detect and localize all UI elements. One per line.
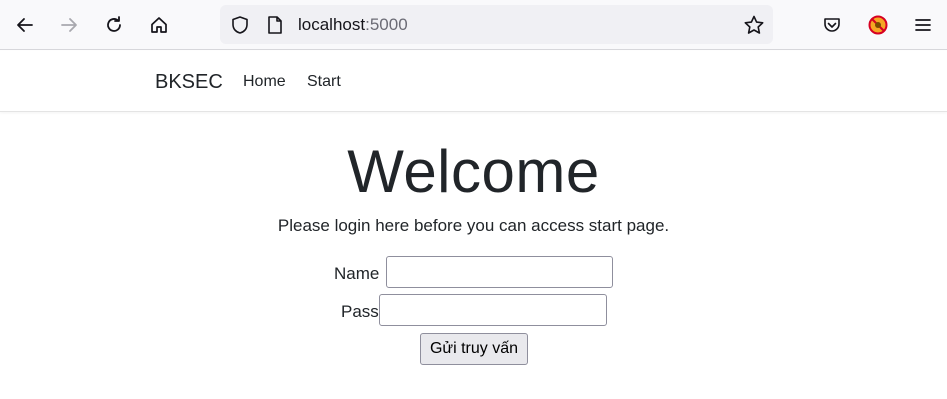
page-icon[interactable]: [266, 15, 284, 35]
address-bar[interactable]: localhost:5000: [220, 5, 773, 44]
nav-link-start[interactable]: Start: [307, 72, 341, 92]
star-icon[interactable]: [743, 14, 765, 36]
brand-link[interactable]: BKSEC: [155, 70, 223, 94]
home-icon: [151, 17, 167, 33]
submit-button[interactable]: Gửi truy vấn: [420, 333, 528, 365]
extension-button[interactable]: [860, 7, 896, 43]
nav-link-home[interactable]: Home: [243, 72, 286, 92]
name-input[interactable]: [386, 256, 613, 288]
back-button[interactable]: [7, 7, 43, 43]
login-instructions: Please login here before you can access …: [277, 216, 670, 235]
url-host: localhost: [298, 15, 366, 34]
pass-label: Pass: [341, 302, 379, 321]
home-button[interactable]: [141, 7, 177, 43]
forward-button[interactable]: [51, 7, 87, 43]
url-text[interactable]: localhost:5000: [298, 15, 408, 35]
shield-icon[interactable]: [230, 15, 250, 35]
forward-icon: [61, 18, 77, 32]
reload-button[interactable]: [96, 7, 132, 43]
pass-input[interactable]: [379, 294, 607, 326]
page-title: Welcome: [347, 138, 600, 205]
main-content: Welcome Please login here before you can…: [0, 112, 947, 399]
menu-icon: [915, 19, 931, 31]
name-label: Name: [334, 264, 380, 283]
browser-toolbar: localhost:5000: [0, 0, 947, 50]
menu-button[interactable]: [905, 7, 941, 43]
site-navbar: BKSEC Home Start: [0, 51, 947, 112]
back-icon: [17, 18, 33, 32]
pocket-icon: [824, 18, 840, 32]
reload-icon: [107, 16, 121, 32]
url-port: :5000: [365, 15, 408, 34]
pocket-button[interactable]: [814, 7, 850, 43]
extension-icon: [868, 15, 888, 35]
